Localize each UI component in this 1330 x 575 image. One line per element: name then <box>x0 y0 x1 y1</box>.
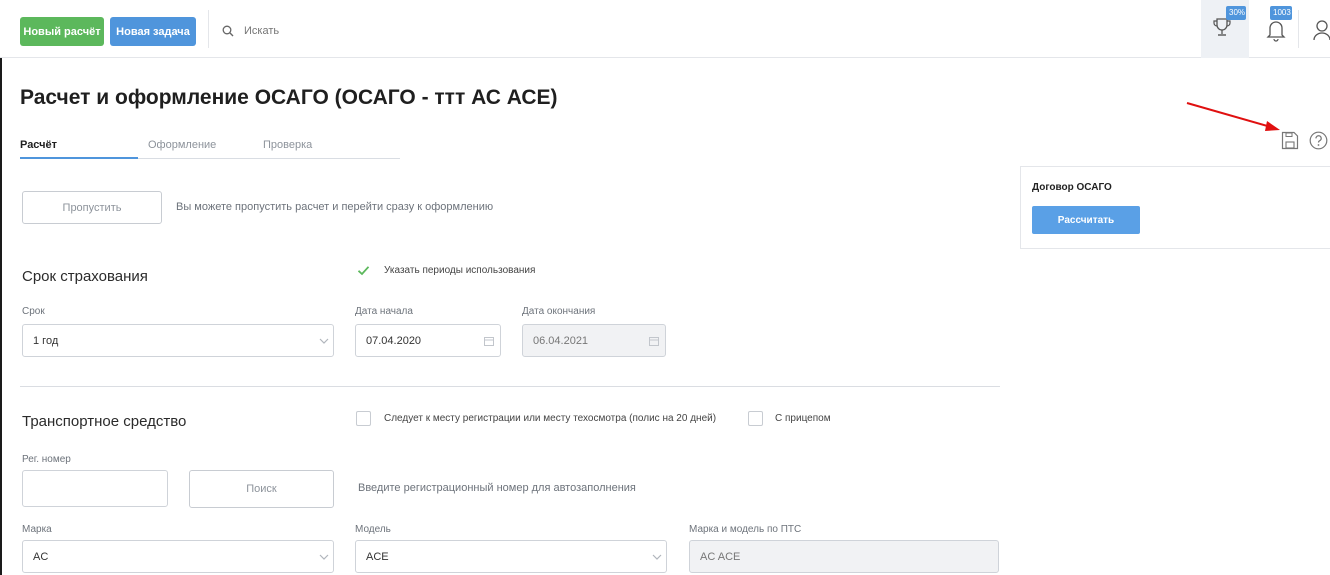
top-bar-divider <box>208 10 209 48</box>
section-divider <box>20 386 1000 387</box>
contract-panel-title: Договор ОСАГО <box>1032 182 1112 193</box>
periods-checkbox-label: Указать периоды использования <box>384 265 536 276</box>
model-value: ACE <box>366 550 389 563</box>
skip-hint: Вы можете пропустить расчет и перейти ср… <box>176 201 494 213</box>
term-label: Срок <box>22 306 45 317</box>
tab-registration[interactable]: Оформление <box>148 139 216 151</box>
notifications-badge: 1003 <box>1270 6 1292 20</box>
checkmark-icon <box>357 266 370 276</box>
search-input[interactable] <box>244 22 444 40</box>
top-bar-divider-right <box>1298 10 1299 48</box>
window-edge <box>0 0 2 575</box>
page-title: Расчет и оформление ОСАГО (ОСАГО - ттт А… <box>20 86 558 109</box>
make-label: Марка <box>22 524 52 535</box>
save-icon[interactable] <box>1281 131 1299 150</box>
reg-number-input[interactable] <box>22 470 168 507</box>
new-task-button[interactable]: Новая задача <box>110 17 196 46</box>
end-date-label: Дата окончания <box>522 306 596 317</box>
model-select[interactable]: ACE <box>355 540 667 573</box>
active-tab-indicator <box>20 157 138 159</box>
search-icon <box>222 25 234 37</box>
end-date-value: 06.04.2021 <box>533 334 589 347</box>
tab-check[interactable]: Проверка <box>263 139 312 151</box>
end-date-field: 06.04.2021 <box>522 324 666 357</box>
trailer-checkbox-label: С прицепом <box>775 413 831 424</box>
model-label: Модель <box>355 524 391 535</box>
skip-button[interactable]: Пропустить <box>22 191 162 224</box>
start-date-label: Дата начала <box>355 306 413 317</box>
tab-bar: Расчёт Оформление Проверка <box>20 139 400 159</box>
make-value: AC <box>33 550 49 563</box>
help-icon[interactable] <box>1309 131 1328 150</box>
follows-to-registration-checkbox[interactable] <box>356 411 371 426</box>
calendar-icon <box>649 337 659 346</box>
make-select[interactable]: AC <box>22 540 334 573</box>
start-date-field[interactable]: 07.04.2020 <box>355 324 501 357</box>
pts-value: AC ACE <box>700 550 741 563</box>
chevron-down-icon <box>319 338 329 344</box>
chevron-down-icon <box>652 554 662 560</box>
tab-calculation[interactable]: Расчёт <box>20 139 57 151</box>
bell-icon[interactable] <box>1266 18 1286 42</box>
start-date-value: 07.04.2020 <box>366 334 422 347</box>
trophy-badge: 30% <box>1226 6 1246 20</box>
calendar-icon[interactable] <box>484 336 494 346</box>
term-select[interactable]: 1 год <box>22 324 334 357</box>
vehicle-section-title: Транспортное средство <box>22 413 187 430</box>
trailer-checkbox[interactable] <box>748 411 763 426</box>
pts-label: Марка и модель по ПТС <box>689 524 802 535</box>
user-icon[interactable] <box>1313 19 1330 41</box>
new-calculation-button[interactable]: Новый расчёт <box>20 17 104 46</box>
follows-to-registration-label: Следует к месту регистрации или месту те… <box>384 413 717 424</box>
top-bar <box>0 0 1330 58</box>
reg-number-label: Рег. номер <box>22 454 71 465</box>
calculate-button[interactable]: Рассчитать <box>1032 206 1140 234</box>
insurance-term-title: Срок страхования <box>22 268 148 285</box>
annotation-arrow <box>1186 102 1280 131</box>
periods-checkbox[interactable] <box>356 263 371 278</box>
pts-field: AC ACE <box>689 540 999 573</box>
chevron-down-icon <box>319 554 329 560</box>
search-button[interactable]: Поиск <box>189 470 334 508</box>
autofill-hint: Введите регистрационный номер для автоза… <box>358 482 636 494</box>
term-value: 1 год <box>33 334 59 347</box>
